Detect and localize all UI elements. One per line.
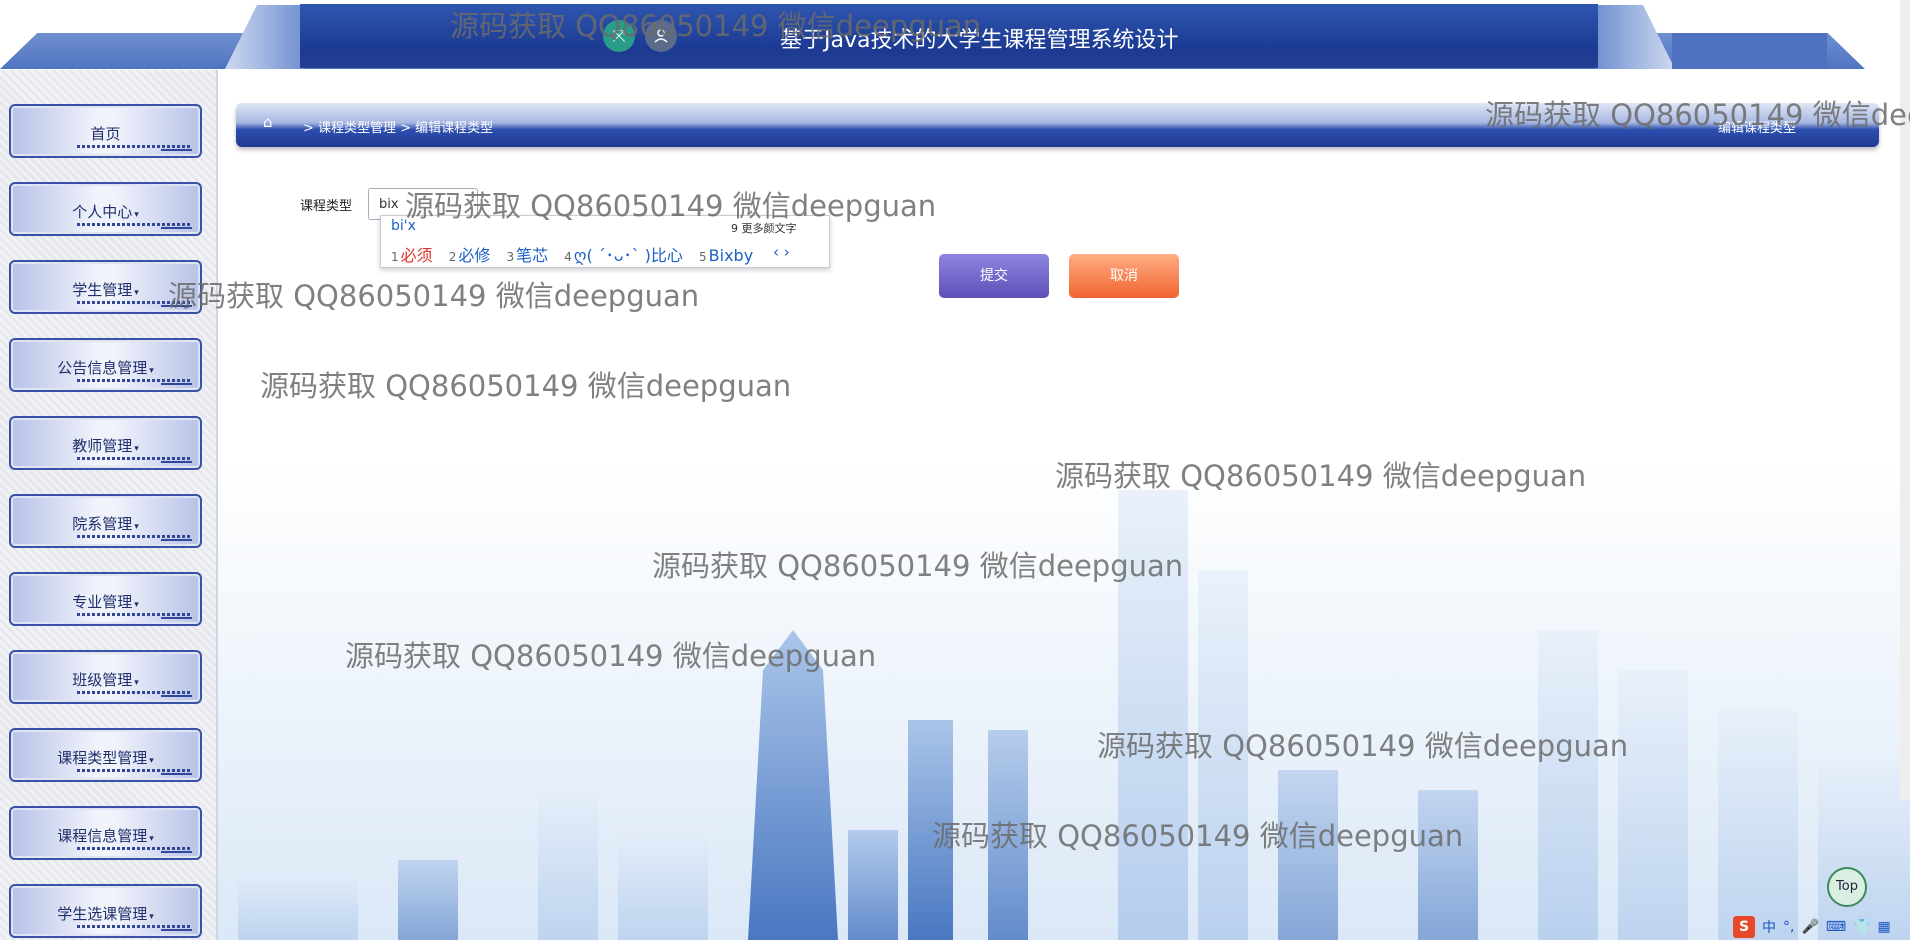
sidebar-item-course-types[interactable]: 课程类型管理 ▾ [9, 728, 202, 782]
candidate-number: 4 [564, 250, 572, 264]
cancel-button[interactable]: 取消 [1069, 254, 1179, 298]
site-title: 基于Java技术的大学生课程管理系统设计 [780, 28, 1179, 53]
skin-icon[interactable]: 👕 [1853, 919, 1870, 935]
button-decoration [77, 145, 192, 148]
chevron-down-icon: ▾ [149, 366, 154, 376]
ime-more-emoticons[interactable]: 9 更多颜文字 [731, 220, 797, 236]
candidate-text: 笔芯 [516, 246, 549, 265]
back-to-top-button[interactable]: Top [1827, 867, 1867, 907]
candidate-number: 2 [448, 250, 457, 264]
ime-page-nav[interactable]: ‹ › [773, 243, 790, 261]
candidate-text: 必修 [458, 246, 491, 265]
button-decoration [77, 769, 192, 772]
submit-button[interactable]: 提交 [939, 254, 1049, 298]
sidebar-item-label: 学生管理 [72, 281, 133, 299]
ime-candidate[interactable]: 1 必须 [391, 246, 433, 265]
sidebar-item-majors[interactable]: 专业管理 ▾ [9, 572, 202, 626]
button-decoration [161, 695, 192, 697]
main-content: ⌂ > 课程类型管理 > 编辑课程类型 编辑课程类型 课程类型 bi'x 9 更… [218, 70, 1910, 940]
chevron-down-icon: ▾ [149, 756, 154, 766]
top-header: ⤧ 基于Java技术的大学生课程管理系统设计 [0, 0, 1910, 70]
header-right-block [1672, 33, 1827, 69]
ime-candidates: 1 必须 2 必修 3 笔芯 4 ღ( ´･ᴗ･` )比心 5 Bixby [391, 242, 764, 266]
chevron-down-icon: ▾ [134, 210, 139, 220]
sidebar-item-label: 专业管理 [72, 593, 133, 611]
sidebar-item-course-selection[interactable]: 学生选课管理 ▾ [9, 884, 202, 938]
button-decoration [161, 461, 192, 463]
button-decoration [77, 301, 192, 304]
sidebar-item-label: 课程类型管理 [57, 749, 148, 767]
button-decoration [161, 305, 192, 307]
chevron-down-icon: ▾ [134, 600, 139, 610]
candidate-text: ღ( ´･ᴗ･` )比心 [573, 246, 683, 265]
ime-candidate-popup[interactable]: bi'x 9 更多颜文字 1 必须 2 必修 3 笔芯 4 ღ( ´･ᴗ･` )比心 5… [380, 215, 830, 268]
user-icon[interactable] [645, 20, 677, 52]
sidebar-item-personal-center[interactable]: 个人中心 ▾ [9, 182, 202, 236]
sidebar-item-label: 教师管理 [72, 437, 133, 455]
sidebar-item-label: 院系管理 [72, 515, 133, 533]
button-decoration [161, 383, 192, 385]
ime-candidate[interactable]: 3 笔芯 [507, 246, 549, 265]
course-type-label: 课程类型 [300, 199, 353, 214]
button-decoration [77, 379, 192, 382]
chevron-down-icon: ▾ [134, 522, 139, 532]
button-decoration [161, 149, 192, 151]
button-decoration [77, 691, 192, 694]
button-decoration [161, 929, 192, 931]
ime-candidate[interactable]: 2 必修 [449, 246, 491, 265]
ime-candidate[interactable]: 5 Bixby [699, 246, 753, 265]
button-decoration [161, 539, 192, 541]
candidate-text: 必须 [400, 246, 433, 265]
microphone-icon[interactable]: 🎤 [1801, 919, 1818, 935]
scrollbar[interactable] [1900, 0, 1910, 800]
sidebar-item-course-info[interactable]: 课程信息管理 ▾ [9, 806, 202, 860]
chevron-down-icon: ▾ [134, 678, 139, 688]
sidebar-item-announcements[interactable]: 公告信息管理 ▾ [9, 338, 202, 392]
candidate-number: 5 [699, 250, 707, 264]
system-tray: S 中 °, 🎤 ⌨ 👕 ▦ [1733, 914, 1891, 940]
breadcrumb: > 课程类型管理 > 编辑课程类型 [303, 121, 494, 136]
sidebar-item-label: 班级管理 [72, 671, 133, 689]
candidate-text: Bixby [708, 246, 754, 265]
chevron-down-icon: ▾ [149, 912, 154, 922]
button-decoration [77, 457, 192, 460]
button-decoration [77, 535, 192, 538]
ime-mode-indicator[interactable]: 中 [1762, 917, 1776, 937]
button-decoration [161, 773, 192, 775]
candidate-number: 3 [506, 250, 515, 264]
sidebar-item-departments[interactable]: 院系管理 ▾ [9, 494, 202, 548]
keyboard-icon[interactable]: ⌨ [1826, 919, 1846, 935]
sidebar-item-teachers[interactable]: 教师管理 ▾ [9, 416, 202, 470]
sidebar-item-label: 学生选课管理 [57, 905, 148, 923]
sidebar: 首页 个人中心 ▾ 学生管理 ▾ 公告信息管理 ▾ 教师管理 ▾ 院系管理 ▾ 专业管理 ▾… [0, 70, 218, 940]
candidate-number: 1 [391, 250, 399, 264]
sidebar-item-classes[interactable]: 班级管理 ▾ [9, 650, 202, 704]
button-decoration [77, 223, 192, 226]
button-decoration [77, 925, 192, 928]
button-decoration [161, 617, 192, 619]
ime-candidate[interactable]: 4 ღ( ´･ᴗ･` )比心 [564, 246, 683, 265]
button-decoration [77, 847, 192, 850]
ime-pinyin: bi'x [391, 218, 416, 234]
sidebar-item-label: 课程信息管理 [57, 827, 148, 845]
punctuation-icon[interactable]: °, [1783, 919, 1794, 935]
button-decoration [77, 613, 192, 616]
sidebar-item-students[interactable]: 学生管理 ▾ [9, 260, 202, 314]
toolbox-icon[interactable]: ▦ [1878, 919, 1891, 935]
share-icon[interactable]: ⤧ [603, 20, 635, 52]
sidebar-item-label: 公告信息管理 [57, 359, 148, 377]
button-decoration [161, 851, 192, 853]
sidebar-item-home[interactable]: 首页 [9, 104, 202, 158]
button-decoration [161, 227, 192, 229]
chevron-down-icon: ▾ [134, 444, 139, 454]
sidebar-item-label: 首页 [90, 125, 121, 143]
page-title: 编辑课程类型 [1718, 121, 1797, 136]
sogou-ime-icon[interactable]: S [1733, 916, 1755, 938]
home-icon[interactable]: ⌂ [263, 113, 281, 131]
sidebar-item-label: 个人中心 [72, 203, 133, 221]
chevron-down-icon: ▾ [134, 288, 139, 298]
chevron-down-icon: ▾ [149, 834, 154, 844]
